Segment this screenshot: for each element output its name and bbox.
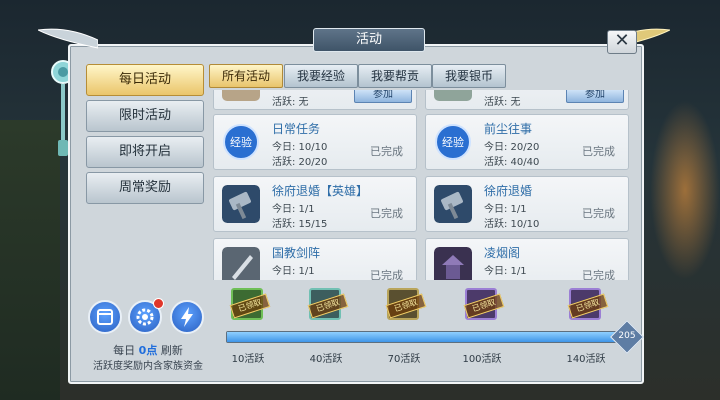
reward-chest-40[interactable]: 已领取 — [307, 288, 349, 320]
activity-card[interactable]: 徐府退婚【英雄】 今日: 1/1 活跃: 15/15 已完成 — [213, 176, 417, 232]
window-title: 活动 — [313, 28, 425, 52]
milestone-label: 10活跃 — [231, 354, 265, 365]
activity-today: 今日: 1/1 — [484, 266, 527, 277]
tab-contribution[interactable]: 我要帮贡 — [358, 64, 432, 88]
activity-name: 徐府退婚 — [484, 184, 533, 198]
calendar-glyph — [97, 309, 113, 325]
activity-today: 今日: 1/1 — [484, 204, 527, 215]
exp-icon-text: 经验 — [230, 135, 252, 149]
join-button[interactable]: 参加 — [566, 90, 624, 103]
activity-name: 国教剑阵 — [272, 246, 321, 260]
activity-active: 活跃: 10/10 — [484, 219, 540, 230]
activity-name: 凌烟阁 — [484, 246, 521, 260]
milestone-label: 40活跃 — [309, 354, 343, 365]
activity-active: 活跃: 无 — [272, 97, 309, 108]
activity-active: 活跃: 15/15 — [272, 219, 328, 230]
pavilion-icon — [434, 247, 472, 280]
activity-list[interactable]: 活跃: 无 参加 活跃: 无 参加 经验 日常任务 今日: 10/10 活跃: … — [211, 90, 631, 280]
milestone-label: 70活跃 — [387, 354, 421, 365]
calendar-icon[interactable] — [88, 300, 122, 334]
activity-name: 日常任务 — [272, 122, 321, 136]
milestone-label: 140活跃 — [566, 354, 606, 365]
lightning-icon[interactable] — [170, 300, 204, 334]
activity-card[interactable]: 经验 日常任务 今日: 10/10 活跃: 20/20 已完成 — [213, 114, 417, 170]
sidebar-item-limited[interactable]: 限时活动 — [86, 100, 204, 132]
join-button[interactable]: 参加 — [354, 90, 412, 103]
background-lantern-glow — [650, 100, 720, 280]
activity-card[interactable]: 徐府退婚 今日: 1/1 活跃: 10/10 已完成 — [425, 176, 629, 232]
milestone-label: 100活跃 — [462, 354, 502, 365]
activity-status: 已完成 — [582, 269, 615, 280]
activity-today: 今日: 1/1 — [272, 204, 315, 215]
lightning-glyph — [181, 307, 193, 327]
reward-chest-100[interactable]: 已领取 — [463, 288, 505, 320]
tab-exp[interactable]: 我要经验 — [284, 64, 358, 88]
left-wing-ornament — [38, 28, 98, 49]
reward-chest-140[interactable]: 已领取 — [567, 288, 609, 320]
activity-card: 活跃: 无 参加 — [425, 90, 629, 110]
activity-card[interactable]: 经验 前尘往事 今日: 20/20 活跃: 40/40 已完成 — [425, 114, 629, 170]
activity-status: 已完成 — [370, 207, 403, 220]
notification-dot — [153, 298, 164, 309]
refresh-suffix: 刷新 — [160, 344, 183, 357]
daily-refresh-note: 每日 0点 刷新 — [88, 342, 208, 358]
window-titlebar: 活动 — [38, 28, 670, 52]
refresh-time: 0点 — [138, 344, 158, 357]
activity-today: 今日: 10/10 — [272, 142, 328, 153]
activity-status: 已完成 — [370, 145, 403, 158]
background-scenery-left — [0, 120, 60, 400]
exp-orb-icon: 经验 — [435, 124, 471, 160]
exp-icon-text: 经验 — [442, 135, 464, 149]
tab-silver[interactable]: 我要银币 — [432, 64, 506, 88]
refresh-prefix: 每日 — [113, 344, 136, 357]
activity-progress-bar — [226, 331, 626, 343]
sidebar-item-weekly[interactable]: 周常奖励 — [86, 172, 204, 204]
tab-all[interactable]: 所有活动 — [209, 64, 283, 88]
activity-status: 已完成 — [370, 269, 403, 280]
sidebar-item-daily[interactable]: 每日活动 — [86, 64, 204, 96]
family-fund-note: 活跃度奖励内含家族资金 — [93, 361, 203, 372]
hammer-icon — [222, 185, 260, 223]
activity-name: 徐府退婚【英雄】 — [272, 184, 369, 198]
hammer-icon — [434, 185, 472, 223]
activity-today: 今日: 1/1 — [272, 266, 315, 277]
activity-card[interactable]: 凌烟阁 今日: 1/1 已完成 — [425, 238, 629, 280]
progress-max-value: 205 — [618, 331, 636, 341]
sword-array-icon — [222, 247, 260, 280]
activity-status: 已完成 — [582, 145, 615, 158]
activity-card[interactable]: 国教剑阵 今日: 1/1 已完成 — [213, 238, 417, 280]
activity-name: 前尘往事 — [484, 122, 533, 136]
exp-orb-icon: 经验 — [223, 124, 259, 160]
activity-status: 已完成 — [582, 207, 615, 220]
activity-card: 活跃: 无 参加 — [213, 90, 417, 110]
activity-active: 活跃: 20/20 — [272, 157, 328, 168]
generic-activity-icon — [222, 90, 260, 101]
activity-active: 活跃: 无 — [484, 97, 521, 108]
generic-activity-icon — [434, 90, 472, 101]
activity-progress-fill — [227, 332, 625, 342]
reward-chest-70[interactable]: 已领取 — [385, 288, 427, 320]
activity-today: 今日: 20/20 — [484, 142, 540, 153]
activity-active: 活跃: 40/40 — [484, 157, 540, 168]
reward-chest-10[interactable]: 已领取 — [229, 288, 271, 320]
close-button[interactable]: ✕ — [607, 30, 637, 54]
sidebar-item-upcoming[interactable]: 即将开启 — [86, 136, 204, 168]
